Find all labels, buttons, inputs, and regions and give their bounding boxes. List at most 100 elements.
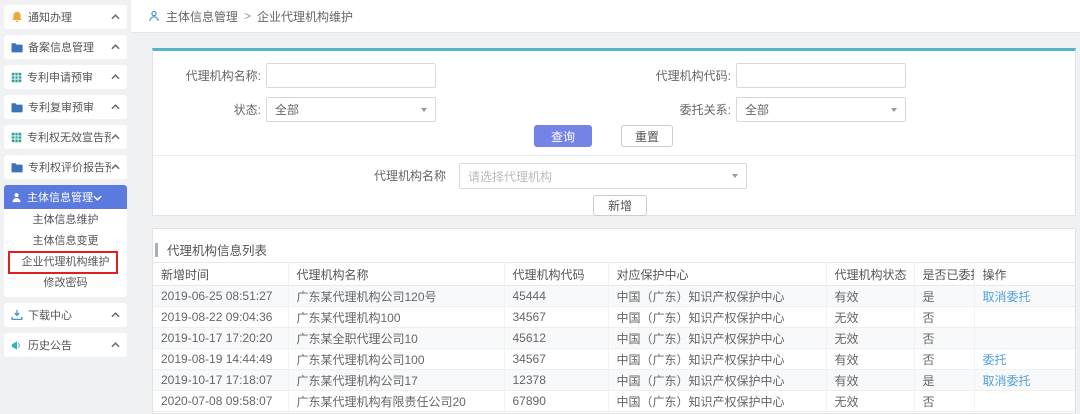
cell-time: 2019-06-25 08:51:27 bbox=[153, 286, 288, 307]
folder-icon bbox=[11, 42, 23, 53]
cell-name: 广东某代理机构公司17 bbox=[288, 370, 504, 391]
add-button[interactable]: 新增 bbox=[593, 195, 647, 216]
col-header-actions: 操作 bbox=[974, 263, 1075, 286]
agency-select[interactable]: 请选择代理机构 bbox=[459, 163, 747, 189]
sidebar-item-label: 主体信息管理 bbox=[27, 189, 93, 205]
cell-center: 中国（广东）知识产权保护中心 bbox=[608, 328, 826, 349]
caret-down-icon bbox=[732, 174, 738, 178]
status-select[interactable]: 全部 bbox=[266, 97, 436, 122]
cell-center: 中国（广东）知识产权保护中心 bbox=[608, 286, 826, 307]
sidebar-item-history-announcements[interactable]: 历史公告 bbox=[4, 333, 127, 357]
chevron-up-icon bbox=[111, 74, 120, 80]
sidebar-item-label: 专利权无效宣告预审 bbox=[27, 129, 111, 145]
query-button[interactable]: 查询 bbox=[534, 125, 592, 147]
chevron-up-icon bbox=[111, 14, 120, 20]
cell-center: 中国（广东）知识产权保护中心 bbox=[608, 307, 826, 328]
sidebar-subitem-subject-info-change[interactable]: 主体信息变更 bbox=[4, 231, 127, 252]
sidebar-subitem-subject-info-maintain[interactable]: 主体信息维护 bbox=[4, 210, 127, 231]
chevron-up-icon bbox=[111, 312, 120, 318]
sidebar-subitem-enterprise-agency-maintain[interactable]: 企业代理机构维护 bbox=[4, 252, 127, 273]
submenu-item-label: 修改密码 bbox=[44, 277, 88, 289]
folder-icon bbox=[11, 162, 23, 173]
cell-status: 有效 bbox=[826, 349, 914, 370]
breadcrumb: 主体信息管理 > 企业代理机构维护 bbox=[131, 0, 1080, 33]
sidebar-item-notice-handling[interactable]: 通知办理 bbox=[4, 5, 127, 29]
cancel-delegation-link[interactable]: 取消委托 bbox=[983, 374, 1031, 388]
sidebar-item-label: 通知办理 bbox=[28, 9, 72, 25]
sidebar-item-label: 下载中心 bbox=[28, 307, 72, 323]
submenu-item-label: 企业代理机构维护 bbox=[22, 256, 110, 268]
cell-time: 2019-10-17 17:18:07 bbox=[153, 370, 288, 391]
cell-code: 34567 bbox=[504, 307, 608, 328]
sidebar-subitem-change-password[interactable]: 修改密码 bbox=[4, 273, 127, 294]
chevron-down-icon bbox=[93, 188, 102, 206]
cell-action bbox=[974, 391, 1075, 412]
relation-select[interactable]: 全部 bbox=[736, 97, 906, 122]
list-title-row: 代理机构信息列表 bbox=[155, 240, 267, 259]
chevron-up-icon bbox=[111, 164, 120, 170]
sidebar-item-subject-info-management[interactable]: 主体信息管理 bbox=[4, 185, 127, 209]
col-header-delegated: 是否已委托 bbox=[914, 263, 974, 286]
grid-icon bbox=[11, 72, 22, 83]
cell-delegated: 是 bbox=[914, 370, 974, 391]
sidebar-item-label: 历史公告 bbox=[28, 337, 72, 353]
cell-code: 67890 bbox=[504, 391, 608, 412]
person-icon bbox=[148, 10, 160, 22]
sidebar-submenu: 主体信息维护 主体信息变更 企业代理机构维护 修改密码 bbox=[4, 209, 127, 297]
relation-select-value: 全部 bbox=[745, 101, 769, 118]
sidebar-item-patent-invalidation-preexam[interactable]: 专利权无效宣告预审 bbox=[4, 125, 127, 149]
sidebar-item-patent-reexam-preexam[interactable]: 专利复审预审 bbox=[4, 95, 127, 119]
folder-icon bbox=[11, 102, 23, 113]
table-row: 2019-08-22 09:04:36 广东某代理机构100 34567 中国（… bbox=[153, 307, 1075, 328]
cell-status: 无效 bbox=[826, 391, 914, 412]
chevron-up-icon bbox=[111, 104, 120, 110]
download-icon bbox=[11, 309, 23, 321]
sidebar-item-patent-evaluation-report-preexam[interactable]: 专利权评价报告预审 bbox=[4, 155, 127, 179]
megaphone-icon bbox=[11, 340, 23, 351]
sidebar-item-patent-application-preexam[interactable]: 专利申请预审 bbox=[4, 65, 127, 89]
cell-action bbox=[974, 328, 1075, 349]
cell-name: 广东某代理机构有限责任公司20 bbox=[288, 391, 504, 412]
cell-time: 2019-10-17 17:20:20 bbox=[153, 328, 288, 349]
breadcrumb-current-page: 企业代理机构维护 bbox=[257, 8, 353, 25]
cell-name: 广东某代理机构100 bbox=[288, 307, 504, 328]
status-label: 状态: bbox=[151, 103, 261, 117]
chevron-up-icon bbox=[111, 342, 120, 348]
cancel-delegation-link[interactable]: 取消委托 bbox=[983, 290, 1031, 304]
breadcrumb-section[interactable]: 主体信息管理 bbox=[166, 8, 238, 25]
caret-down-icon bbox=[421, 108, 427, 112]
reset-button[interactable]: 重置 bbox=[621, 125, 673, 147]
table-row: 2019-06-25 08:51:27 广东某代理机构公司120号 45444 … bbox=[153, 286, 1075, 307]
table-row: 2019-10-17 17:18:07 广东某代理机构公司17 12378 中国… bbox=[153, 370, 1075, 391]
cell-name: 广东某代理机构公司120号 bbox=[288, 286, 504, 307]
agency-table: 新增时间 代理机构名称 代理机构代码 对应保护中心 代理机构状态 是否已委托 操… bbox=[153, 262, 1075, 412]
agency-code-input[interactable] bbox=[736, 63, 906, 88]
relation-label: 委托关系: bbox=[621, 103, 731, 117]
cell-delegated: 否 bbox=[914, 307, 974, 328]
cell-action: 取消委托 bbox=[974, 286, 1075, 307]
breadcrumb-separator: > bbox=[244, 9, 251, 23]
sidebar-item-download-center[interactable]: 下载中心 bbox=[4, 303, 127, 327]
app-root: 主体信息管理 > 企业代理机构维护 通知办理 备案信息管理 专利申请预审 bbox=[0, 0, 1080, 414]
agency-code-label: 代理机构代码: bbox=[621, 69, 731, 83]
cell-action bbox=[974, 307, 1075, 328]
agency-name-label: 代理机构名称: bbox=[151, 69, 261, 83]
cell-code: 45444 bbox=[504, 286, 608, 307]
search-panel: 代理机构名称: 代理机构代码: 状态: 全部 委托关系: 全部 查询 重置 代理… bbox=[152, 48, 1076, 216]
sidebar-group-subject-info-management: 主体信息管理 主体信息维护 主体信息变更 企业代理机构维护 修改密码 bbox=[4, 185, 127, 297]
cell-code: 12378 bbox=[504, 370, 608, 391]
sidebar-item-record-info-management[interactable]: 备案信息管理 bbox=[4, 35, 127, 59]
bell-icon bbox=[11, 11, 23, 23]
cell-delegated: 是 bbox=[914, 286, 974, 307]
agency-list-panel: 代理机构信息列表 新增时间 代理机构名称 代理机构代码 对应保护中心 代理机构状… bbox=[152, 228, 1076, 414]
cell-code: 34567 bbox=[504, 349, 608, 370]
cell-delegated: 否 bbox=[914, 391, 974, 412]
cell-status: 有效 bbox=[826, 286, 914, 307]
delegate-link[interactable]: 委托 bbox=[983, 353, 1007, 367]
agency-name-input[interactable] bbox=[266, 63, 436, 88]
table-header-row: 新增时间 代理机构名称 代理机构代码 对应保护中心 代理机构状态 是否已委托 操… bbox=[153, 263, 1075, 286]
grid-icon bbox=[11, 132, 22, 143]
table-row: 2019-10-17 17:20:20 广东某全职代理公司10 45612 中国… bbox=[153, 328, 1075, 349]
sidebar-item-label: 专利复审预审 bbox=[28, 99, 94, 115]
table-row: 2019-08-19 14:44:49 广东某代理机构公司100 34567 中… bbox=[153, 349, 1075, 370]
